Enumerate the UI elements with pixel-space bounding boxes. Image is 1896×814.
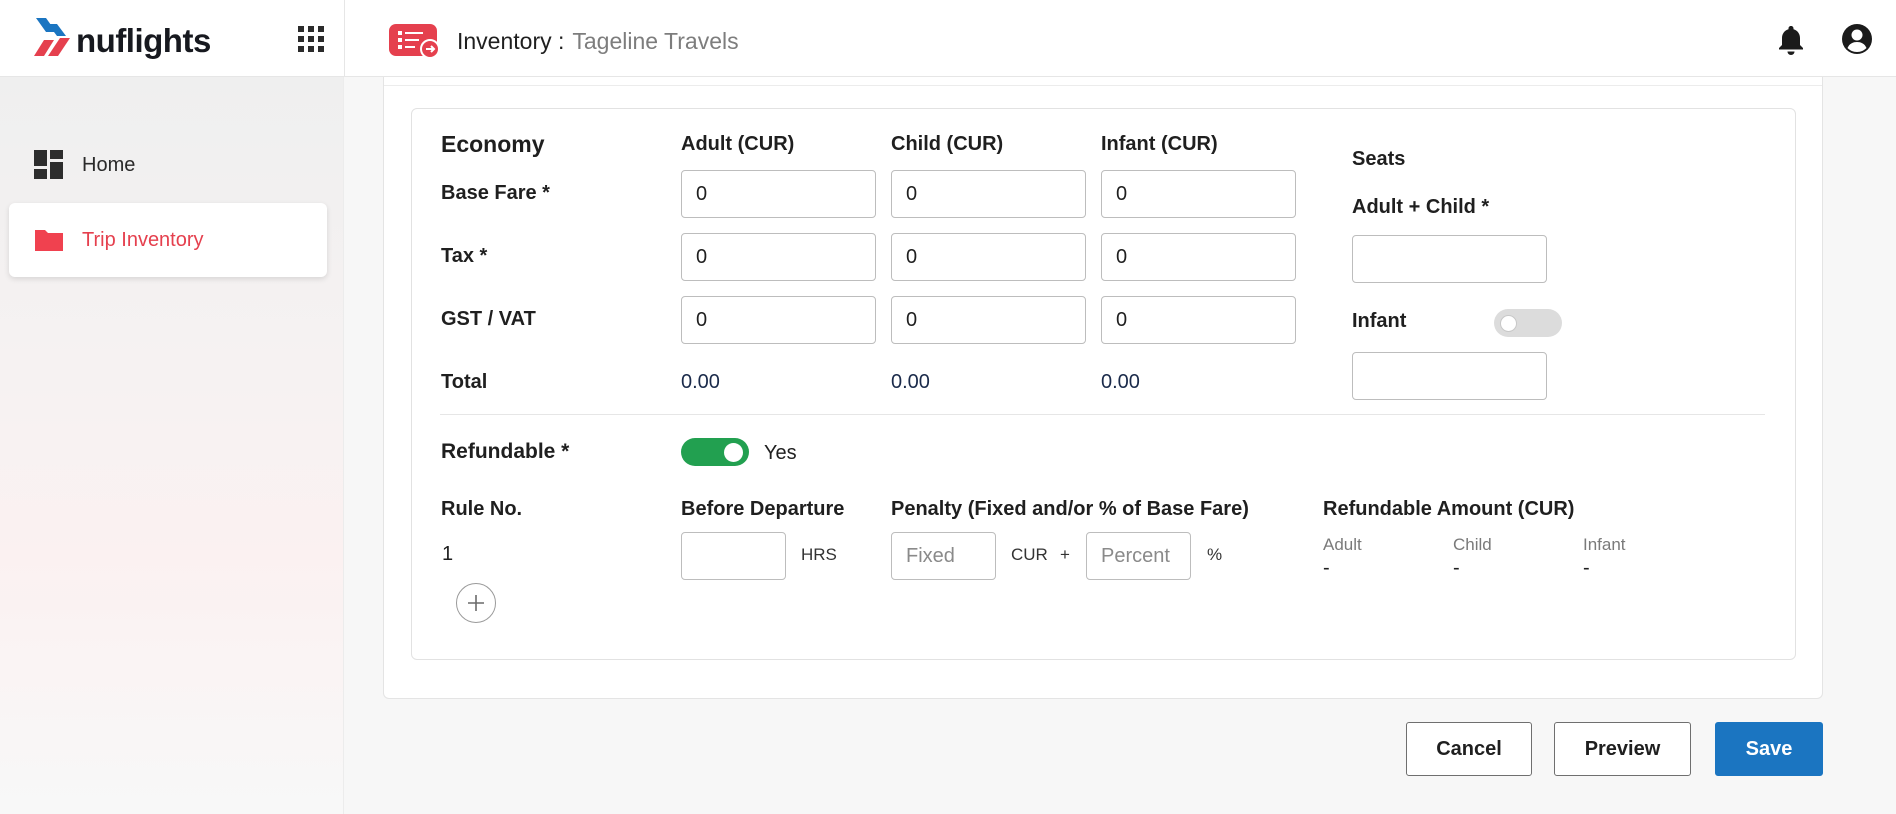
bell-icon[interactable] — [1777, 24, 1805, 56]
total-infant-value: 0.00 — [1101, 371, 1140, 393]
seats-title: Seats — [1352, 148, 1406, 170]
infant-seats-toggle[interactable] — [1494, 309, 1562, 337]
brand-logo[interactable]: nuflights — [32, 14, 211, 60]
tax-adult-input[interactable] — [681, 233, 876, 281]
total-adult-value: 0.00 — [681, 371, 720, 393]
base-fare-adult-input[interactable] — [681, 170, 876, 218]
plus-sign: + — [1060, 545, 1070, 564]
penalty-header: Penalty (Fixed and/or % of Base Fare) — [891, 498, 1249, 520]
refund-child-label: Child — [1453, 535, 1492, 554]
infant-seats-input[interactable] — [1352, 352, 1547, 400]
refund-adult-label: Adult — [1323, 535, 1362, 554]
nuflights-logo-mark — [34, 18, 70, 56]
hours-before-departure-input[interactable] — [681, 532, 786, 580]
refund-infant-value: - — [1583, 557, 1590, 579]
percent-unit: % — [1207, 545, 1223, 564]
infant-seats-label: Infant — [1352, 310, 1407, 332]
adult-child-seats-label: Adult + Child * — [1352, 196, 1490, 218]
total-child-value: 0.00 — [891, 371, 930, 393]
penalty-fixed-input[interactable] — [891, 532, 996, 580]
folder-icon — [35, 230, 63, 251]
toggle-knob — [1500, 315, 1517, 332]
refundable-amount-header: Refundable Amount (CUR) — [1323, 498, 1575, 520]
rule-no-header: Rule No. — [441, 498, 523, 520]
ticket-inventory-icon — [389, 24, 440, 58]
refund-infant-label: Infant — [1583, 535, 1626, 554]
sidebar-item-label: Home — [82, 153, 136, 176]
col-header-adult: Adult (CUR) — [681, 133, 795, 155]
add-rule-button[interactable] — [456, 583, 496, 623]
brand-name: nuflights — [76, 22, 211, 59]
preview-button[interactable]: Preview — [1554, 722, 1691, 776]
fare-class-label: Economy — [441, 131, 545, 157]
plus-icon — [468, 595, 484, 611]
row-label-total: Total — [441, 371, 488, 393]
sidebar-item-label: Trip Inventory — [82, 228, 204, 251]
refund-child-value: - — [1453, 557, 1460, 579]
save-button[interactable]: Save — [1715, 722, 1823, 776]
before-departure-header: Before Departure — [681, 498, 845, 520]
row-label-base-fare: Base Fare * — [441, 182, 550, 204]
page-title-main: Inventory : — [457, 28, 565, 54]
col-header-child: Child (CUR) — [891, 133, 1004, 155]
gst-infant-input[interactable] — [1101, 296, 1296, 344]
currency-unit: CUR — [1011, 545, 1048, 564]
hours-unit: HRS — [801, 545, 837, 564]
adult-child-seats-input[interactable] — [1352, 235, 1547, 283]
row-label-tax: Tax * — [441, 245, 488, 267]
tax-child-input[interactable] — [891, 233, 1086, 281]
card-top-divider — [384, 85, 1822, 86]
section-divider — [440, 414, 1765, 415]
sidebar: Home Trip Inventory — [0, 77, 344, 814]
refundable-toggle[interactable] — [681, 438, 749, 466]
refundable-toggle-text: Yes — [764, 442, 797, 464]
gst-child-input[interactable] — [891, 296, 1086, 344]
toggle-knob — [724, 443, 743, 462]
page-title: Inventory : Tageline Travels — [457, 28, 739, 55]
tax-infant-input[interactable] — [1101, 233, 1296, 281]
sidebar-item-trip-inventory[interactable]: Trip Inventory — [9, 203, 327, 277]
base-fare-child-input[interactable] — [891, 170, 1086, 218]
cancel-button[interactable]: Cancel — [1406, 722, 1532, 776]
refund-adult-value: - — [1323, 557, 1330, 579]
row-label-gst-vat: GST / VAT — [441, 308, 536, 330]
header-divider — [344, 0, 345, 77]
grid-apps-icon[interactable] — [298, 26, 324, 52]
dashboard-icon — [34, 150, 63, 179]
top-header: nuflights Inventory : Tageline Travels — [0, 0, 1896, 77]
penalty-percent-input[interactable] — [1086, 532, 1191, 580]
page-title-company: Tageline Travels — [572, 28, 739, 54]
gst-adult-input[interactable] — [681, 296, 876, 344]
account-circle-icon[interactable] — [1841, 23, 1873, 55]
sidebar-item-home[interactable]: Home — [9, 128, 327, 202]
rule-number: 1 — [442, 543, 454, 565]
refundable-label: Refundable * — [441, 440, 570, 463]
col-header-infant: Infant (CUR) — [1101, 133, 1218, 155]
base-fare-infant-input[interactable] — [1101, 170, 1296, 218]
